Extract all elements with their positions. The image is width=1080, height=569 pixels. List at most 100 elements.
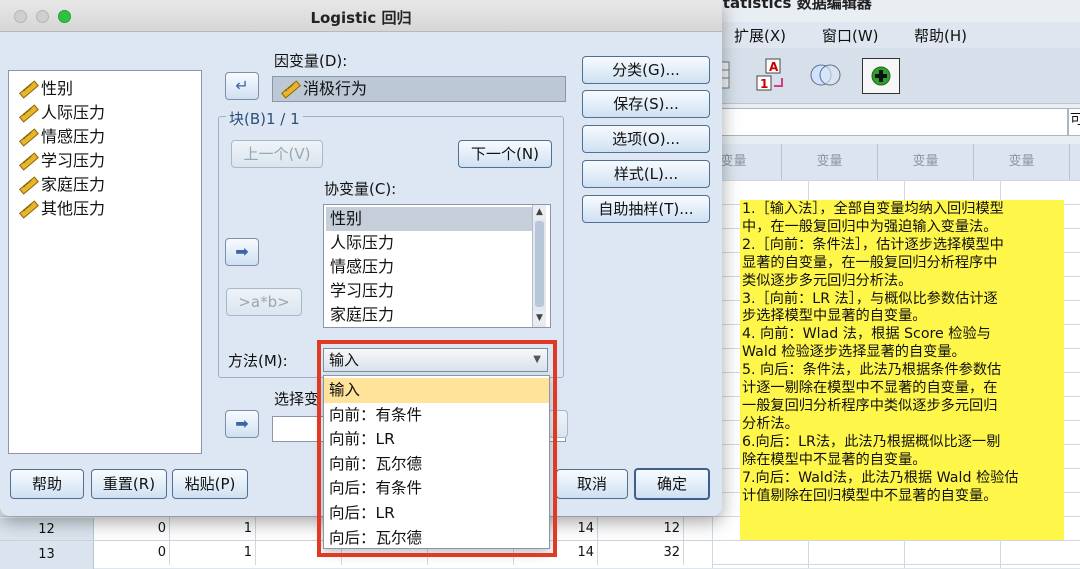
reset-button[interactable]: 重置(R) <box>91 469 167 499</box>
variable-label: 性别 <box>41 79 74 98</box>
note-line: 显著的自变量，在一般复回归分析程序中 <box>742 254 998 271</box>
scale-variable-icon <box>17 103 37 121</box>
list-item[interactable]: 家庭压力 <box>326 303 394 327</box>
note-line: 4. 向前：Wlad 法，根据 Score 检验与 <box>742 326 991 343</box>
right-arrow-icon: ➡ <box>235 414 249 433</box>
list-item[interactable]: 情感压力 <box>17 125 105 149</box>
note-line: 分析法。 <box>742 415 799 432</box>
table-cell[interactable]: 32 <box>598 541 684 565</box>
scroll-down-icon[interactable]: ▼ <box>533 311 546 325</box>
note-line: 5. 向后：条件法，此法乃根据条件参数估 <box>742 362 1002 379</box>
table-cell[interactable]: 0 <box>96 517 170 541</box>
cell-editor-field[interactable] <box>712 108 1068 136</box>
dependent-value: 消极行为 <box>303 79 368 98</box>
list-item[interactable]: 性别 <box>326 207 532 231</box>
list-item[interactable]: 人际压力 <box>326 231 394 255</box>
add-icon[interactable] <box>862 58 900 94</box>
cell-value-field: 可 <box>1068 108 1080 136</box>
scale-variable-icon <box>17 79 37 97</box>
variable-label: 学习压力 <box>41 151 106 170</box>
method-explanation-note: 1.［输入法］，全部自变量均纳入回归模型 中，在一般复回归中为强迫输入变量法。 … <box>740 200 1064 540</box>
previous-block-button[interactable]: 上一个(V) <box>231 140 323 168</box>
column-header-row: 变量 变量 变量 变量 <box>712 144 1080 180</box>
scale-variable-icon <box>17 175 37 193</box>
list-item[interactable]: 学习压力 <box>17 149 105 173</box>
table-cell[interactable]: 12 <box>598 517 684 541</box>
selection-variable-label: 选择变 <box>274 390 320 408</box>
right-arrow-icon: ➡ <box>235 242 249 261</box>
scroll-up-icon[interactable]: ▲ <box>533 205 546 219</box>
source-variable-list[interactable]: 性别 人际压力 情感压力 学习压力 家庭压力 其他压力 <box>8 70 202 454</box>
svg-text:1: 1 <box>760 77 768 91</box>
menubar: 扩展(X) 窗口(W) 帮助(H) <box>712 22 1080 48</box>
dependent-field[interactable]: 消极行为 <box>272 76 566 102</box>
dialog-title: Logistic 回归 <box>310 9 412 27</box>
variable-label: 家庭压力 <box>41 175 106 194</box>
scale-variable-icon <box>17 127 37 145</box>
scale-variable-icon <box>17 199 37 217</box>
venn-icon[interactable] <box>808 58 842 92</box>
list-item[interactable]: 其他压力 <box>17 197 105 221</box>
note-line: 7.向后：Wald法，此法乃根据 Wald 检验估 <box>742 469 1019 486</box>
style-button[interactable]: 样式(L)... <box>582 160 710 188</box>
list-item[interactable]: 家庭压力 <box>17 173 105 197</box>
list-item[interactable]: 人际压力 <box>17 101 105 125</box>
table-cell[interactable]: 0 <box>96 541 170 565</box>
table-cell[interactable]: 1 <box>170 541 256 565</box>
variable-label: 其他压力 <box>41 199 106 218</box>
table-cell[interactable]: 1 <box>170 517 256 541</box>
note-line: Wald 检验逐步选择显著的自变量。 <box>742 344 966 361</box>
list-item[interactable]: 情感压力 <box>326 255 394 279</box>
note-line: 6.向后：LR法，此法乃根据概似比逐一剔 <box>742 433 1001 450</box>
note-line: 计值剔除在回归模型中不显著的自变量。 <box>742 487 998 504</box>
categorical-button[interactable]: 分类(G)... <box>582 56 710 84</box>
covariates-list[interactable]: 性别 人际压力 情感压力 学习压力 家庭压力 ▲ ▼ <box>323 204 551 328</box>
row-number[interactable]: 12 <box>0 518 94 542</box>
scale-variable-icon <box>17 151 37 169</box>
list-item[interactable]: 性别 <box>17 77 73 101</box>
menu-window[interactable]: 窗口(W) <box>822 25 879 46</box>
move-covariate-arrow-button[interactable]: ➡ <box>225 238 259 266</box>
note-line: 步选择模型中显著的自变量。 <box>742 308 927 325</box>
note-line: 1.［输入法］，全部自变量均纳入回归模型 <box>742 201 1004 217</box>
list-item[interactable]: 学习压力 <box>326 279 394 303</box>
note-line: 中，在一般复回归中为强迫输入变量法。 <box>742 218 998 235</box>
next-block-button[interactable]: 下一个(N) <box>458 140 552 168</box>
block-label: 块(B)1 / 1 <box>226 108 303 129</box>
help-button[interactable]: 帮助 <box>10 469 84 499</box>
column-header[interactable]: 变量 <box>878 144 974 180</box>
note-line: 类似逐步多元回归分析法。 <box>742 272 913 289</box>
value-labels-icon[interactable]: A1 <box>756 58 790 92</box>
covariates-scrollbar[interactable]: ▲ ▼ <box>532 205 546 327</box>
dialog-titlebar[interactable]: Logistic 回归 <box>0 0 722 32</box>
note-line: 2.［向前：条件法］，估计逐步选择模型中 <box>742 236 1004 253</box>
move-dependent-arrow-button[interactable]: ↵ <box>225 72 259 100</box>
interaction-button[interactable]: >a*b> <box>226 288 302 316</box>
note-line: 计逐一剔除在模型中不显著的自变量，在 <box>742 380 998 397</box>
scale-variable-icon <box>279 79 299 97</box>
left-arrow-icon: ↵ <box>235 76 249 95</box>
svg-text:A: A <box>769 60 779 74</box>
menu-help[interactable]: 帮助(H) <box>914 25 967 46</box>
toolbar: A1 <box>712 48 1080 104</box>
ok-button[interactable]: 确定 <box>634 468 710 500</box>
variable-label: 情感压力 <box>41 127 106 146</box>
highlight-frame <box>317 340 557 557</box>
cancel-button[interactable]: 取消 <box>556 469 628 499</box>
move-selection-arrow-button[interactable]: ➡ <box>225 410 259 438</box>
options-button[interactable]: 选项(O)... <box>582 125 710 153</box>
bootstrap-button[interactable]: 自助抽样(T)... <box>582 195 710 223</box>
note-line: 除在模型中不显著的自变量。 <box>742 451 927 468</box>
note-line: 3.［向前：LR 法］，与概似比参数估计逐 <box>742 290 998 307</box>
menu-extensions[interactable]: 扩展(X) <box>734 25 786 46</box>
data-editor-title: Statistics 数据编辑器 <box>712 0 872 12</box>
column-header[interactable]: 变量 <box>974 144 1070 180</box>
save-button[interactable]: 保存(S)... <box>582 90 710 118</box>
variable-label: 人际压力 <box>41 103 106 122</box>
column-header[interactable]: 变量 <box>782 144 878 180</box>
method-label: 方法(M): <box>228 352 288 370</box>
row-number[interactable]: 13 <box>0 541 94 569</box>
covariates-label: 协变量(C): <box>324 180 397 198</box>
paste-button[interactable]: 粘贴(P) <box>172 469 248 499</box>
scroll-thumb[interactable] <box>535 221 544 307</box>
